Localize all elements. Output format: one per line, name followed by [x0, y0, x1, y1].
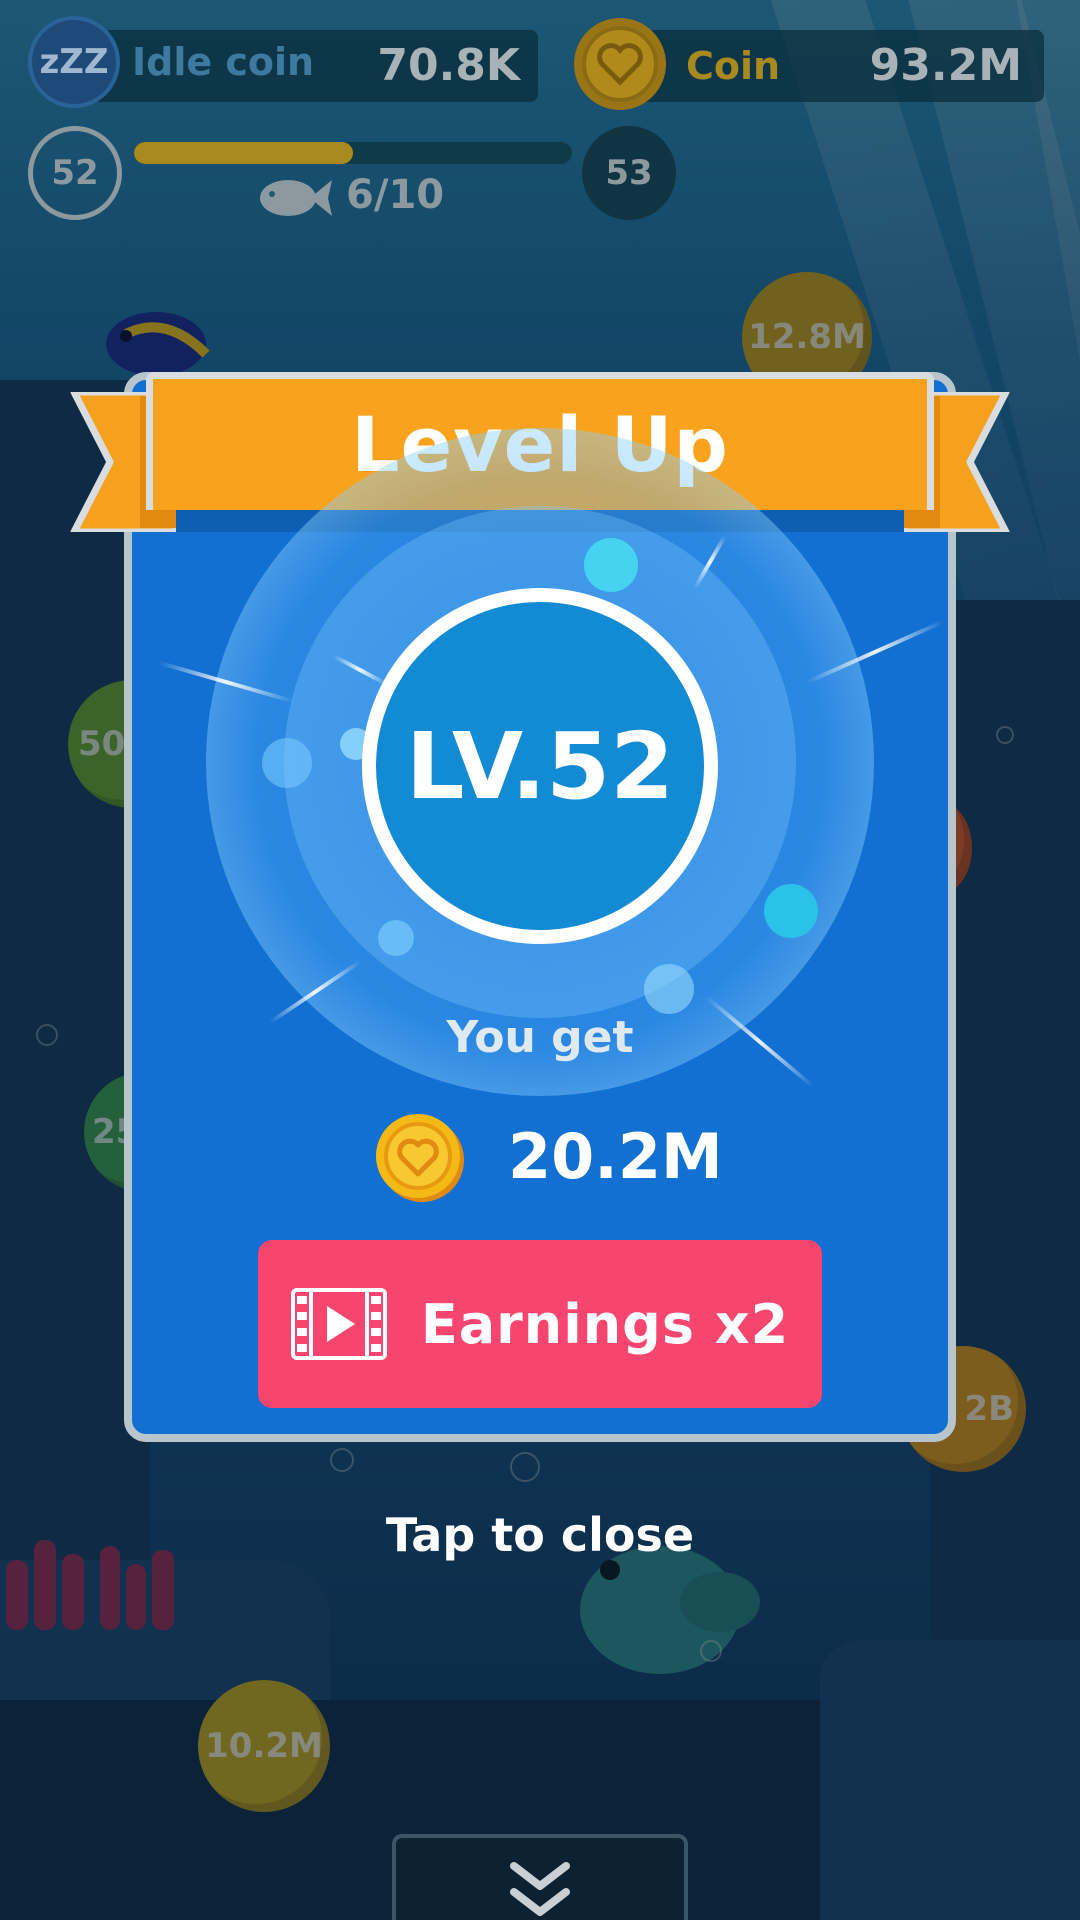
current-level-badge: 52 — [28, 126, 122, 220]
level-progress-track — [134, 142, 572, 164]
zzz-sleep-icon: zZZ — [28, 16, 120, 108]
heart-coin-icon — [574, 18, 666, 110]
fish-progress-text: 6/10 — [346, 172, 445, 218]
tap-to-close[interactable]: Tap to close — [340, 1508, 740, 1562]
orb — [644, 964, 694, 1014]
coin-label: Coin — [686, 44, 781, 88]
orb — [262, 738, 312, 788]
next-level-badge: 53 — [582, 126, 676, 220]
earnings-x2-button[interactable]: Earnings x2 — [258, 1240, 822, 1408]
level-badge-ring: LV.52 — [362, 588, 718, 944]
fish-icon — [260, 180, 332, 216]
level-progress-fill — [134, 142, 353, 164]
earnings-x2-label: Earnings x2 — [420, 1292, 790, 1356]
reward-amount: 20.2M — [508, 1120, 723, 1193]
idle-coin-label: Idle coin — [132, 40, 315, 84]
level-badge-text: LV.52 — [405, 712, 675, 820]
collapse-tab[interactable] — [392, 1834, 688, 1920]
orb — [764, 884, 818, 938]
orb — [378, 920, 414, 956]
reward-caption: You get — [446, 1012, 634, 1063]
double-chevron-down-icon — [510, 1862, 570, 1916]
video-play-icon — [290, 1288, 387, 1360]
heart-coin-icon — [376, 1114, 464, 1202]
idle-coin-value: 70.8K — [377, 40, 520, 91]
coin-value: 93.2M — [869, 40, 1022, 91]
game-screen: 12.8M 50 25 2B 10.2M zZZ Idle coin 70.8K… — [0, 0, 1080, 1920]
orb — [584, 538, 638, 592]
